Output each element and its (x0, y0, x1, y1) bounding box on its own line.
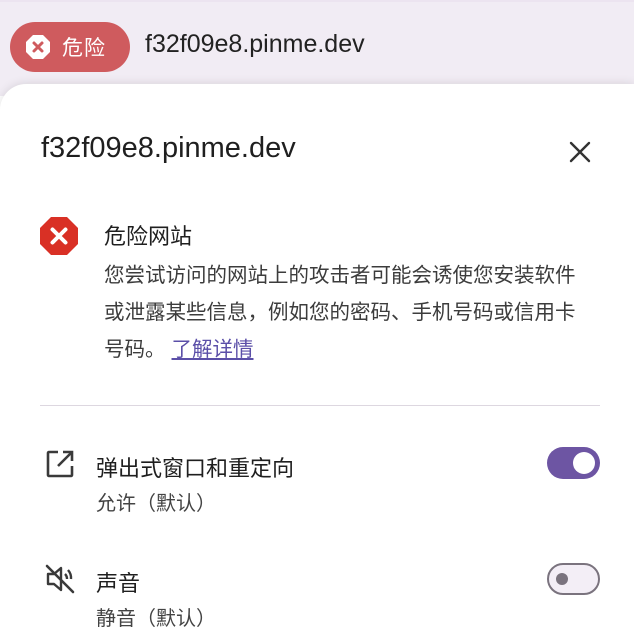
permission-title: 弹出式窗口和重定向 (96, 457, 295, 482)
danger-octagon-icon (39, 216, 79, 256)
sound-toggle[interactable] (547, 563, 600, 595)
open-in-new-icon (44, 448, 76, 480)
popups-toggle[interactable] (547, 447, 600, 479)
warning-heading: 危险网站 (104, 225, 193, 250)
address-bar: 危险 f32f09e8.pinme.dev (0, 0, 634, 96)
learn-more-link[interactable]: 了解详情 (172, 337, 254, 361)
danger-octagon-icon (24, 33, 52, 61)
danger-site-chip[interactable]: 危险 (10, 22, 130, 72)
volume-off-icon (44, 563, 76, 595)
divider (40, 405, 600, 406)
toggle-knob (556, 573, 568, 585)
close-icon (569, 141, 591, 163)
top-border (0, 0, 634, 2)
site-info-popup: f32f09e8.pinme.dev 危险网站 您尝试访问的网站上的攻击者可能会… (0, 84, 634, 644)
permission-value: 静音（默认） (96, 606, 216, 630)
warning-description: 您尝试访问的网站上的攻击者可能会诱使您安装软件或泄露某些信息，例如您的密码、手机… (104, 257, 594, 368)
permission-title: 声音 (96, 572, 141, 597)
address-url[interactable]: f32f09e8.pinme.dev (145, 30, 365, 59)
permission-value: 允许（默认） (96, 491, 216, 515)
toggle-knob (573, 452, 595, 474)
danger-chip-label: 危险 (62, 36, 106, 60)
popup-site-title: f32f09e8.pinme.dev (41, 132, 296, 164)
close-button[interactable] (562, 134, 598, 170)
